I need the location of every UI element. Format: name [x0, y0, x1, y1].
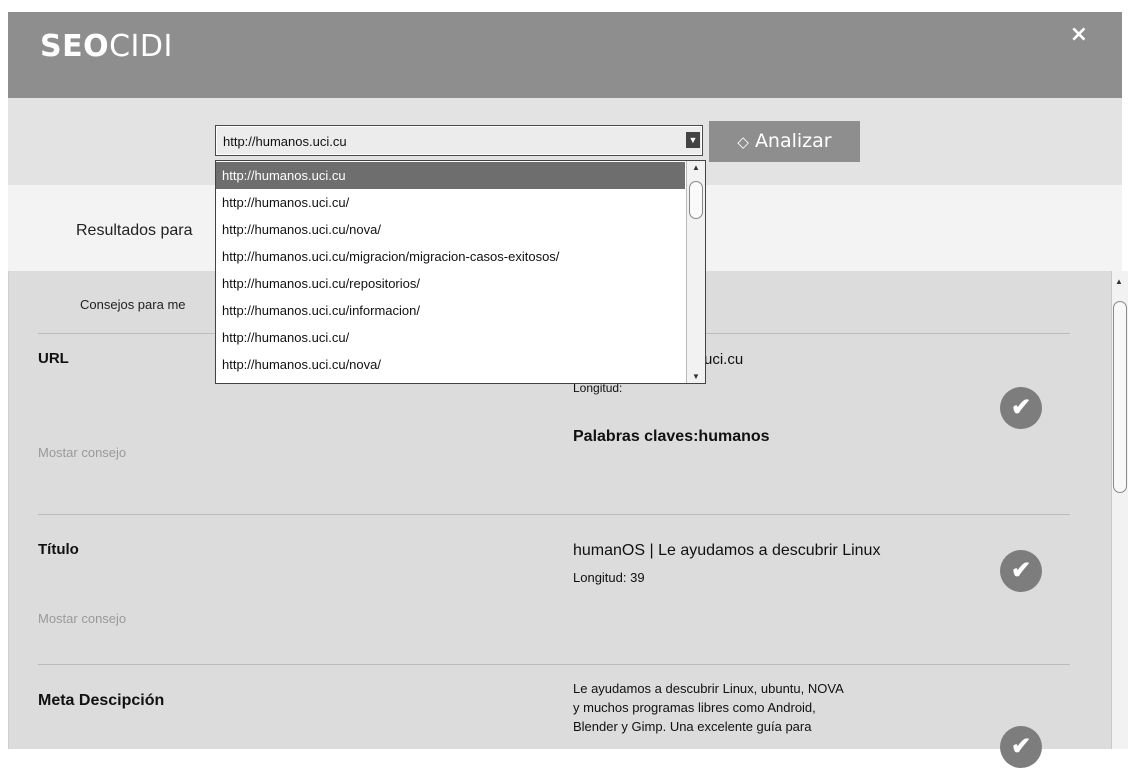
url-value: uci.cu — [704, 351, 744, 368]
section-title-meta-description: Meta Descipción — [38, 692, 165, 709]
scroll-up-icon[interactable]: ▲ — [1115, 277, 1123, 286]
dropdown-option[interactable]: http://humanos.uci.cu — [216, 162, 685, 189]
dropdown-option[interactable]: http://humanos.uci.cu/repositorios/ — [216, 270, 685, 297]
dropdown-scrollbar[interactable]: ▲ ▼ — [686, 161, 705, 383]
dropdown-option[interactable]: http://humanos.uci.cu/ — [216, 189, 685, 216]
chevron-down-icon[interactable]: ▼ — [686, 132, 700, 148]
diamond-icon: ◇ — [737, 133, 749, 151]
divider — [38, 664, 1070, 665]
tips-label: Consejos para me — [80, 297, 186, 312]
url-select[interactable]: http://humanos.uci.cu ▼ — [215, 125, 703, 156]
results-label: Resultados para — [76, 222, 193, 239]
divider — [38, 514, 1070, 515]
url-dropdown-list[interactable]: http://humanos.uci.cu http://humanos.uci… — [215, 160, 706, 384]
logo-bold-text: SEO — [40, 29, 110, 64]
check-icon: ✔ — [1000, 387, 1042, 429]
scroll-up-icon[interactable]: ▲ — [692, 163, 700, 172]
close-icon[interactable]: × — [1070, 22, 1088, 47]
meta-description-line: Blender y Gimp. Una excelente guía para — [573, 719, 812, 734]
dropdown-option[interactable]: http://humanos.uci.cu/nova/ — [216, 216, 685, 243]
dropdown-option[interactable]: http://humanos.uci.cu/ — [216, 324, 685, 351]
scrollbar-thumb[interactable] — [1113, 301, 1127, 493]
title-value: humanOS | Le ayudamos a descubrir Linux — [573, 542, 881, 559]
analyze-button[interactable]: ◇ Analizar — [709, 121, 860, 162]
dropdown-option[interactable]: http://humanos.uci.cu/nova/ — [216, 351, 685, 378]
logo-light-text: CIDI — [109, 29, 173, 64]
title-length: Longitud: 39 — [573, 570, 645, 585]
url-keywords: Palabras claves:humanos — [573, 428, 770, 445]
app-logo: SEOCIDI — [40, 29, 173, 64]
check-icon: ✔ — [1000, 550, 1042, 592]
url-select-value: http://humanos.uci.cu — [223, 134, 347, 149]
meta-description-line: Le ayudamos a descubrir Linux, ubuntu, N… — [573, 681, 844, 696]
show-tip-link-url[interactable]: Mostar consejo — [38, 445, 126, 460]
app-header — [8, 12, 1122, 98]
dropdown-option[interactable]: http://humanos.uci.cu/informacion/ — [216, 297, 685, 324]
section-title-titulo: Título — [38, 541, 79, 558]
section-title-url: URL — [38, 350, 69, 367]
dropdown-option[interactable]: http://humanos.uci.cu/migracion/migracio… — [216, 243, 685, 270]
analyze-button-label: Analizar — [754, 130, 832, 152]
show-tip-link-titulo[interactable]: Mostar consejo — [38, 611, 126, 626]
meta-description-line: y muchos programas libres como Android, — [573, 700, 816, 715]
scroll-down-icon[interactable]: ▼ — [692, 372, 700, 381]
dropdown-scrollbar-thumb[interactable] — [689, 181, 703, 219]
content-scrollbar[interactable]: ▲ — [1111, 271, 1128, 749]
check-icon: ✔ — [1000, 726, 1042, 768]
